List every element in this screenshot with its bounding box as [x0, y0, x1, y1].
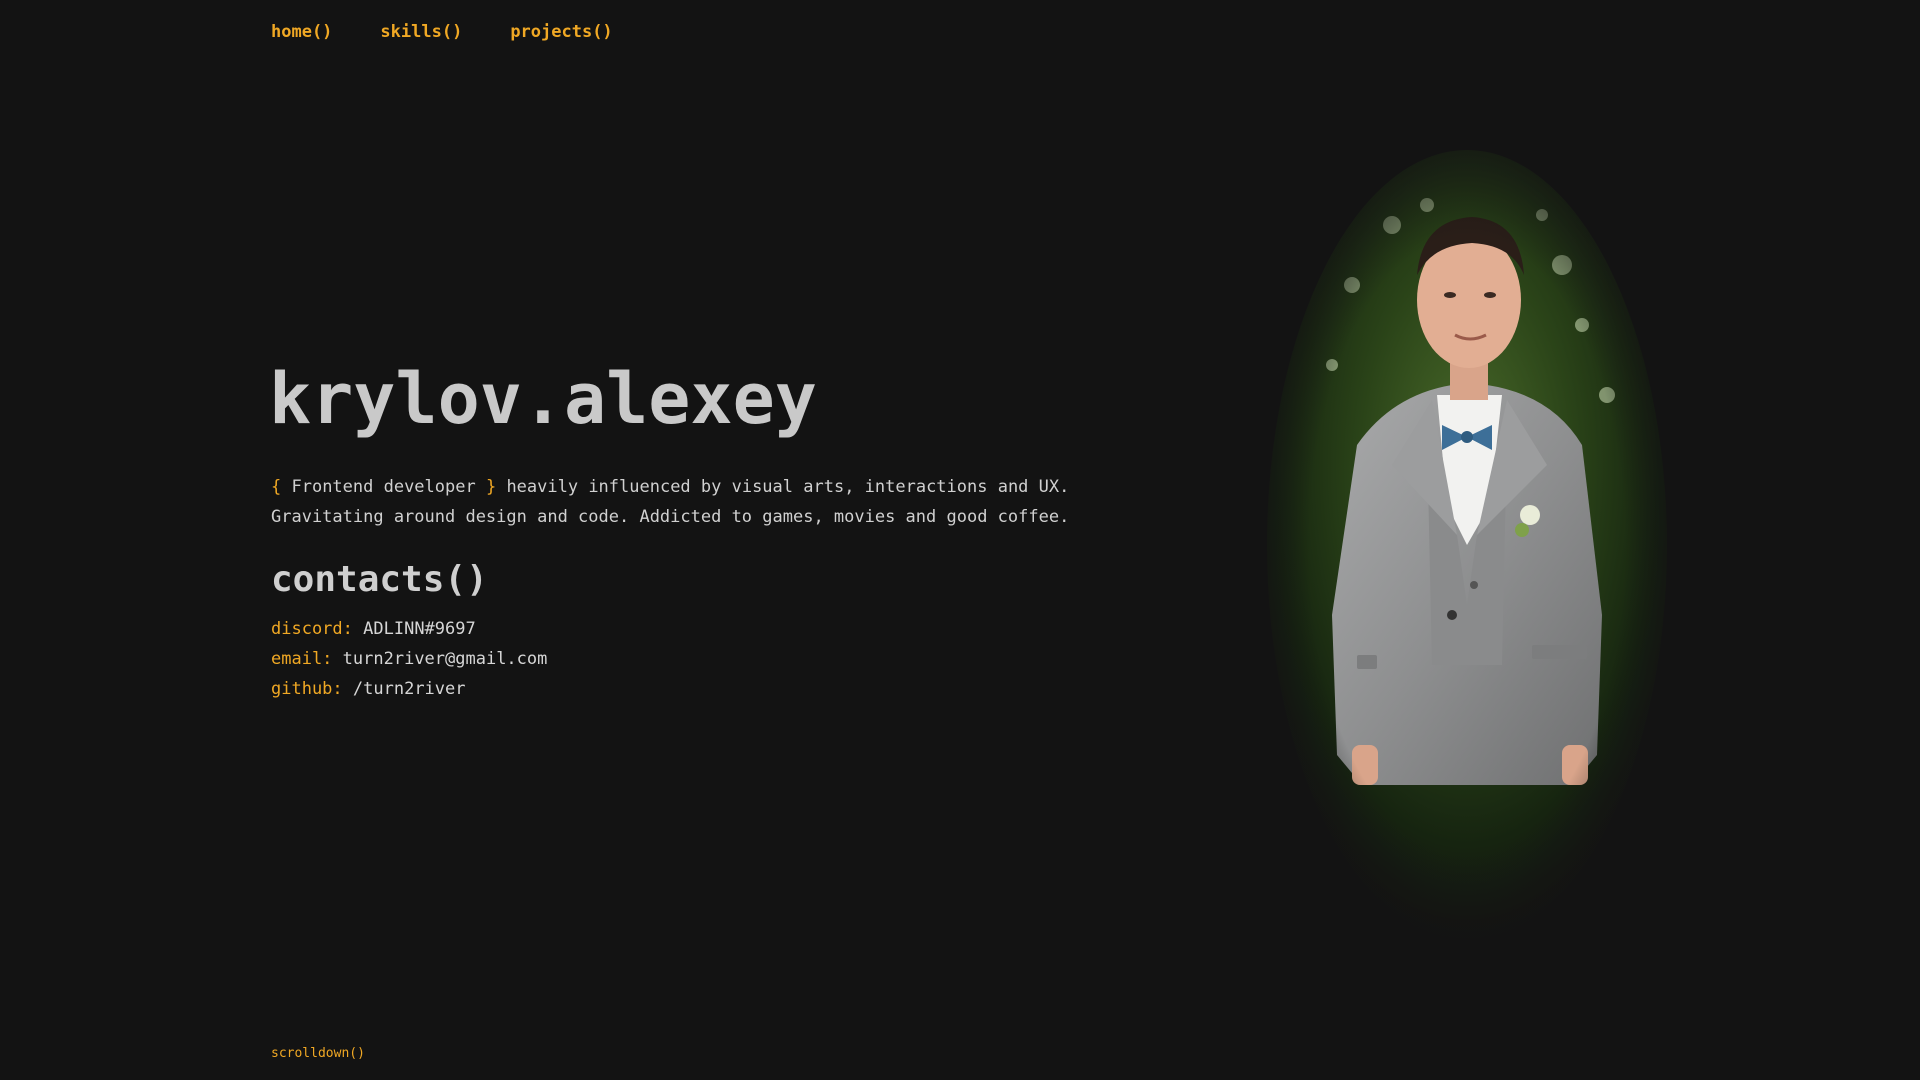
nav-skills-link[interactable]: skills() — [380, 22, 462, 42]
contact-github: github: /turn2river — [271, 674, 547, 704]
contact-discord: discord: ADLINN#9697 — [271, 614, 547, 644]
contact-value[interactable]: turn2river@gmail.com — [343, 649, 548, 669]
page-title: krylov.alexey — [269, 358, 817, 440]
main-nav: home() skills() projects() — [271, 22, 613, 42]
contact-key: github: — [271, 679, 343, 699]
intro-text: { Frontend developer } heavily influence… — [271, 472, 1069, 532]
contact-value[interactable]: /turn2river — [353, 679, 466, 699]
contact-key: email: — [271, 649, 333, 669]
contacts-title: contacts() — [271, 559, 488, 600]
contact-value[interactable]: ADLINN#9697 — [363, 619, 476, 639]
contact-email: email: turn2river@gmail.com — [271, 644, 547, 674]
nav-home-link[interactable]: home() — [271, 22, 332, 42]
contacts-list: discord: ADLINN#9697 email: turn2river@g… — [271, 614, 547, 704]
brace-open: { — [271, 477, 282, 497]
nav-projects-link[interactable]: projects() — [510, 22, 612, 42]
role-text: Frontend developer — [281, 477, 486, 497]
portrait-photo — [1262, 145, 1672, 945]
intro-line2: Gravitating around design and code. Addi… — [271, 507, 1070, 527]
contact-key: discord: — [271, 619, 353, 639]
brace-close: } — [485, 477, 497, 497]
scrolldown-link[interactable]: scrolldown() — [271, 1046, 365, 1061]
intro-line1: heavily influenced by visual arts, inter… — [496, 477, 1070, 497]
